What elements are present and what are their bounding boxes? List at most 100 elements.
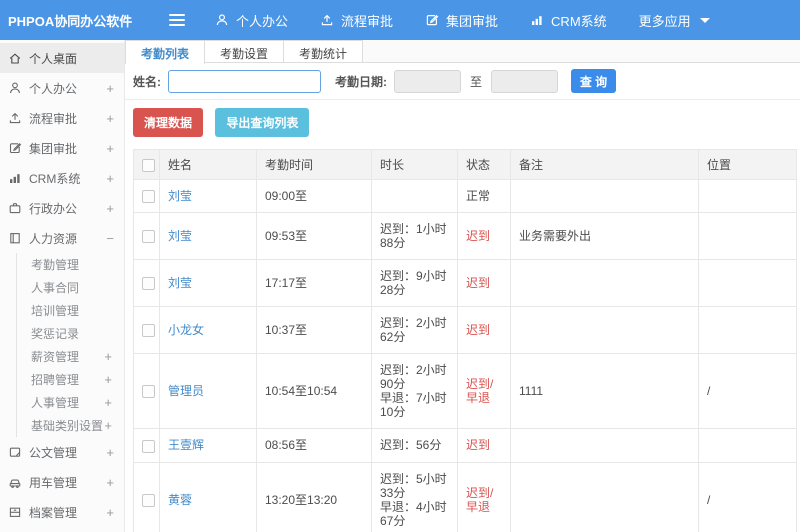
hamburger-menu-icon[interactable] <box>169 14 185 26</box>
tab-attendance-stats[interactable]: 考勤统计 <box>284 40 364 62</box>
employee-name-link[interactable]: 黄蓉 <box>168 493 192 507</box>
export-list-button[interactable]: 导出查询列表 <box>215 108 310 137</box>
table-row: 管理员 10:54至10:54 迟到：2小时90分 早退：7小时10分 迟到/早… <box>133 353 797 430</box>
sidebar-item-group-approval[interactable]: 集团审批 + <box>0 133 124 163</box>
sidebar-item-document[interactable]: 公文管理 + <box>0 437 124 467</box>
nav-item-process-approval[interactable]: 流程审批 <box>320 11 393 30</box>
sidebar-subitem-base-category[interactable]: 基础类别设置 + <box>17 414 124 437</box>
location-text <box>698 306 797 355</box>
row-checkbox[interactable] <box>142 439 155 453</box>
header-location: 位置 <box>698 149 797 180</box>
attendance-time: 08:56至 <box>256 428 372 463</box>
search-button[interactable]: 查 询 <box>571 69 617 93</box>
date-to-label: 至 <box>470 74 483 89</box>
employee-name-link[interactable]: 刘莹 <box>168 189 192 203</box>
attendance-time: 09:53至 <box>256 212 372 261</box>
sidebar-subitem-salary[interactable]: 薪资管理 + <box>17 345 124 368</box>
attendance-table: 姓名 考勤时间 时长 状态 备注 位置 刘莹 09:00至 正常 刘莹 09:5… <box>133 149 797 532</box>
upload-share-icon <box>320 13 334 27</box>
date-to-input[interactable] <box>491 69 559 93</box>
duration-cell: 迟到：2小时62分 <box>371 306 458 355</box>
sidebar-item-crm[interactable]: CRM系统 + <box>0 163 124 193</box>
tab-attendance-settings[interactable]: 考勤设置 <box>205 40 285 62</box>
status-text: 迟到 <box>457 428 511 463</box>
header-duration: 时长 <box>371 149 458 180</box>
sidebar-subitem-hr-contract[interactable]: 人事合同 <box>17 276 124 299</box>
caret-down-icon <box>699 17 710 23</box>
app-logo: PHPOA协同办公软件 <box>8 13 133 29</box>
document-icon <box>9 447 21 457</box>
row-checkbox[interactable] <box>142 190 155 204</box>
sidebar-item-process-approval[interactable]: 流程审批 + <box>0 103 124 133</box>
sidebar-subitem-personnel[interactable]: 人事管理 + <box>17 391 124 414</box>
late-duration: 迟到：2小时90分 <box>380 363 447 392</box>
name-label: 姓名: <box>133 74 161 89</box>
early-duration: 早退：4小时67分 <box>380 499 447 528</box>
select-all-checkbox[interactable] <box>142 158 155 172</box>
briefcase-icon <box>9 203 21 214</box>
sidebar-item-archive[interactable]: 档案管理 + <box>0 497 124 527</box>
status-text: 迟到/早退 <box>457 353 511 430</box>
home-icon <box>9 53 21 64</box>
nav-item-more-apps[interactable]: 更多应用 <box>639 11 710 30</box>
employee-name-link[interactable]: 小龙女 <box>168 323 204 337</box>
employee-name-link[interactable]: 王壹辉 <box>168 438 204 452</box>
table-header-row: 姓名 考勤时间 时长 状态 备注 位置 <box>133 149 797 180</box>
employee-name-link[interactable]: 刘莹 <box>168 229 192 243</box>
late-duration: 迟到：56分 <box>380 438 442 453</box>
attendance-time: 17:17至 <box>256 259 372 308</box>
sidebar-item-personal-office[interactable]: 个人办公 + <box>0 73 124 103</box>
remark-text: 1111 <box>510 353 699 430</box>
hr-submenu: 考勤管理 人事合同 培训管理 奖惩记录 薪资管理 + 招聘管理 + 人事管理 +… <box>16 253 124 437</box>
sidebar-subitem-recruit[interactable]: 招聘管理 + <box>17 368 124 391</box>
row-checkbox[interactable] <box>142 277 155 291</box>
sidebar-subitem-reward-punish[interactable]: 奖惩记录 <box>17 322 124 345</box>
employee-name-link[interactable]: 刘莹 <box>168 276 192 290</box>
archive-icon <box>9 507 21 517</box>
sidebar-subitem-training[interactable]: 培训管理 <box>17 299 124 322</box>
date-from-input[interactable] <box>394 69 461 93</box>
attendance-time: 10:37至 <box>256 306 372 355</box>
upload-share-icon <box>9 112 21 124</box>
bar-chart-icon <box>10 174 20 183</box>
book-icon <box>10 233 20 244</box>
duration-cell: 迟到：1小时88分 <box>371 212 458 261</box>
nav-item-crm[interactable]: CRM系统 <box>530 11 607 30</box>
row-checkbox[interactable] <box>142 493 155 507</box>
status-text: 迟到 <box>457 212 511 261</box>
sidebar-item-project[interactable]: 项目管理 + <box>0 527 124 532</box>
sidebar-item-vehicle[interactable]: 用车管理 + <box>0 467 124 497</box>
row-checkbox[interactable] <box>142 230 155 244</box>
status-text: 迟到 <box>457 259 511 308</box>
employee-name-link[interactable]: 管理员 <box>168 384 204 398</box>
attendance-time: 13:20至13:20 <box>256 461 372 532</box>
main-content: 考勤列表 考勤设置 考勤统计 姓名: 考勤日期: 至 查 询 清理数据 导出查询… <box>125 40 800 532</box>
edit-icon <box>9 143 22 154</box>
sidebar-item-admin-office[interactable]: 行政办公 + <box>0 193 124 223</box>
remark-text <box>510 178 699 214</box>
location-text: / <box>698 353 797 430</box>
duration-cell: 迟到：2小时90分 早退：7小时10分 <box>371 353 458 430</box>
clean-data-button[interactable]: 清理数据 <box>133 108 204 137</box>
sidebar-item-hr[interactable]: 人力资源 − <box>0 223 124 253</box>
row-checkbox[interactable] <box>142 385 155 399</box>
duration-cell: 迟到：56分 <box>371 428 458 463</box>
header-time: 考勤时间 <box>256 149 372 180</box>
location-text <box>698 212 797 261</box>
tab-attendance-list[interactable]: 考勤列表 <box>125 40 206 64</box>
navbar-menu: 个人办公 流程审批 集团审批 CRM系统 更多应用 <box>215 11 710 30</box>
sidebar-subitem-attendance[interactable]: 考勤管理 <box>17 253 124 276</box>
table-row: 王壹辉 08:56至 迟到：56分 迟到 <box>133 428 797 463</box>
table-row: 小龙女 10:37至 迟到：2小时62分 迟到 <box>133 306 797 355</box>
edit-icon <box>425 13 439 27</box>
nav-item-group-approval[interactable]: 集团审批 <box>425 11 498 30</box>
row-checkbox[interactable] <box>142 324 155 338</box>
late-duration: 迟到：1小时88分 <box>380 222 447 251</box>
status-text: 正常 <box>457 178 511 214</box>
remark-text: 业务需要外出 <box>510 212 699 261</box>
top-navbar: PHPOA协同办公软件 个人办公 流程审批 集团审批 CRM系统 更多应用 <box>0 0 800 40</box>
car-icon <box>9 479 21 488</box>
nav-item-personal-office[interactable]: 个人办公 <box>215 11 288 30</box>
name-input[interactable] <box>168 69 321 93</box>
sidebar-item-desktop[interactable]: 个人桌面 <box>0 43 124 73</box>
